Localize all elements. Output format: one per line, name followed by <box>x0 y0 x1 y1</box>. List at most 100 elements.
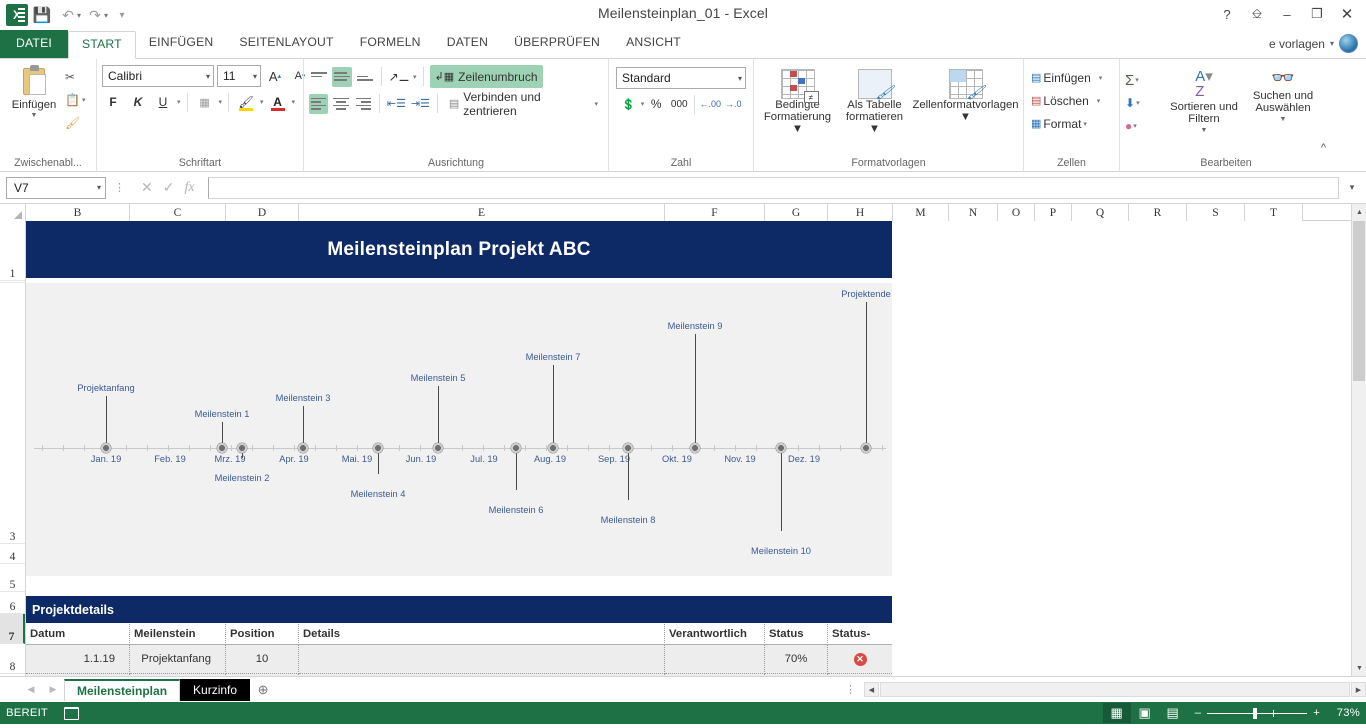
conditional-formatting-button[interactable]: ≠ Bedingte Formatierung ▼ <box>760 69 836 135</box>
column-header-P[interactable]: P <box>1035 204 1072 221</box>
row-header-1[interactable]: 1 <box>0 221 25 281</box>
page-layout-icon[interactable]: ▣ <box>1131 703 1159 723</box>
column-header-R[interactable]: R <box>1129 204 1187 221</box>
zoom-out-button[interactable]: – <box>1195 707 1201 719</box>
table-row[interactable]: 70% <box>765 645 828 674</box>
avatar[interactable] <box>1339 34 1358 53</box>
table-header-position[interactable]: Position <box>226 624 299 645</box>
row-header-7[interactable]: 7 <box>0 614 25 644</box>
sort-filter-button[interactable]: A▾ Z Sortieren und Filtern ▼ <box>1165 67 1243 134</box>
confirm-entry-icon[interactable]: ✓ <box>163 179 175 196</box>
milestone-marker[interactable] <box>297 442 309 454</box>
column-header-Q[interactable]: Q <box>1072 204 1129 221</box>
comma-style-button[interactable]: 000 <box>668 93 690 115</box>
cut-button[interactable]: ✂ <box>63 66 87 87</box>
orientation-caret-icon[interactable]: ▾ <box>413 73 417 81</box>
collapse-ribbon-icon[interactable]: ^ <box>1321 142 1326 154</box>
column-header-C[interactable]: C <box>130 204 226 221</box>
font-size-combo[interactable]: 11 ▾ <box>217 65 261 87</box>
currency-icon[interactable]: 💲 <box>618 93 640 115</box>
milestone-marker[interactable] <box>547 442 559 454</box>
account-caret-icon[interactable]: ▾ <box>1330 39 1334 48</box>
zoom-level[interactable]: 73% <box>1326 707 1360 719</box>
tab-ansicht[interactable]: ANSICHT <box>613 30 694 58</box>
horizontal-scrollbar[interactable]: ⋮ ◀ ▶ <box>837 677 1366 702</box>
column-header-F[interactable]: F <box>665 204 765 221</box>
cell-styles-button[interactable]: 🖌 Zellenformatvorlagen ▼ <box>912 69 1019 123</box>
formula-input[interactable] <box>207 176 1339 199</box>
restore-button[interactable]: ❐ <box>1302 2 1332 26</box>
cell-styles-caret-icon[interactable]: ▼ <box>960 111 971 123</box>
zoom-in-button[interactable]: + <box>1313 707 1320 719</box>
name-box[interactable]: V7 ▾ <box>6 176 106 199</box>
ribbon-display-options-icon[interactable]: ⎒ <box>1242 2 1272 26</box>
table-row[interactable]: ✕ <box>828 645 892 674</box>
font-size-caret-icon[interactable]: ▾ <box>248 72 257 81</box>
row-header-6[interactable]: 6 <box>0 592 25 614</box>
expand-formula-bar-icon[interactable]: ▾ <box>1344 182 1360 193</box>
select-all-corner[interactable] <box>0 204 26 221</box>
decrease-decimal-icon[interactable]: →.0 <box>722 93 744 115</box>
scroll-down-icon[interactable]: ▼ <box>1352 660 1366 676</box>
font-name-caret-icon[interactable]: ▾ <box>201 72 210 81</box>
column-header-G[interactable]: G <box>765 204 828 221</box>
insert-cells-button[interactable]: ▤ Einfügen ▾ <box>1029 67 1104 88</box>
table-header-status[interactable]: Status <box>765 624 828 645</box>
tab-ueberpruefen[interactable]: ÜBERPRÜFEN <box>501 30 613 58</box>
normal-view-icon[interactable]: ▦ <box>1102 703 1131 723</box>
table-header-status-icon[interactable]: Status- <box>828 624 892 645</box>
table-header-verantwortlich[interactable]: Verantwortlich <box>665 624 765 645</box>
font-color-icon[interactable]: A <box>267 91 289 113</box>
wrap-text-button[interactable]: ↲▦ Zeilenumbruch <box>429 65 543 88</box>
conditional-formatting-caret-icon[interactable]: ▼ <box>792 123 803 135</box>
align-left-icon[interactable] <box>309 93 329 114</box>
sheet-tab-meilensteinplan[interactable]: Meilensteinplan <box>64 678 181 701</box>
font-color-caret-icon[interactable]: ▾ <box>292 98 296 106</box>
fill-button[interactable]: ⬇ ▾ <box>1125 92 1165 114</box>
sheet-canvas[interactable]: Meilensteinplan Projekt ABC Jan. 19 Feb. … <box>26 221 1366 676</box>
clear-caret-icon[interactable]: ▾ <box>1133 122 1137 130</box>
column-header-B[interactable]: B <box>26 204 130 221</box>
decrease-indent-icon[interactable]: ⇤☰ <box>386 93 407 115</box>
paste-dropdown-icon[interactable]: ▼ <box>31 112 38 119</box>
align-top-icon[interactable] <box>309 67 329 87</box>
table-header-meilenstein[interactable]: Meilenstein <box>130 624 226 645</box>
autosum-caret-icon[interactable]: ▾ <box>1135 76 1139 84</box>
table-row[interactable] <box>299 645 665 674</box>
milestone-marker[interactable] <box>100 442 112 454</box>
align-right-icon[interactable] <box>354 94 373 114</box>
help-button[interactable]: ? <box>1212 2 1242 26</box>
tab-datei[interactable]: DATEI <box>0 30 68 58</box>
milestone-marker[interactable] <box>689 442 701 454</box>
milestone-marker[interactable] <box>216 442 228 454</box>
vertical-scrollbar[interactable]: ▲ ▼ <box>1351 204 1366 676</box>
milestone-marker[interactable] <box>622 442 634 454</box>
column-header-S[interactable]: S <box>1187 204 1245 221</box>
split-handle-icon[interactable]: ⋮ <box>837 683 864 696</box>
format-cells-caret-icon[interactable]: ▾ <box>1083 120 1087 128</box>
tab-start[interactable]: START <box>68 31 136 59</box>
column-header-D[interactable]: D <box>226 204 299 221</box>
milestone-marker[interactable] <box>236 442 248 454</box>
page-break-preview-icon[interactable]: ▤ <box>1159 703 1187 723</box>
record-macro-icon[interactable] <box>64 706 80 720</box>
scroll-left-icon[interactable]: ◀ <box>864 682 879 697</box>
table-header-datum[interactable]: Datum <box>26 624 130 645</box>
borders-caret-icon[interactable]: ▾ <box>219 98 223 106</box>
align-center-icon[interactable] <box>331 94 350 114</box>
borders-icon[interactable]: ▦ <box>194 91 216 113</box>
delete-cells-caret-icon[interactable]: ▾ <box>1097 97 1101 105</box>
number-format-combo[interactable]: Standard ▾ <box>616 67 746 89</box>
column-header-H[interactable]: H <box>828 204 893 221</box>
sheet-tab-kurzinfo[interactable]: Kurzinfo <box>180 678 251 701</box>
merge-center-button[interactable]: ▤ Verbinden und zentrieren ▾ <box>444 90 603 118</box>
copy-button[interactable]: 📋 ▾ <box>63 89 87 110</box>
currency-caret-icon[interactable]: ▾ <box>641 100 645 108</box>
underline-caret-icon[interactable]: ▾ <box>177 98 181 106</box>
tab-seitenlayout[interactable]: SEITENLAYOUT <box>226 30 346 58</box>
table-row[interactable]: Projektanfang <box>130 645 226 674</box>
increase-decimal-icon[interactable]: ←.00 <box>699 93 721 115</box>
row-header-4[interactable]: 4 <box>0 544 25 564</box>
fill-color-icon[interactable]: 🖌 <box>235 91 257 113</box>
increase-font-size-button[interactable]: A ▴ <box>264 65 286 87</box>
